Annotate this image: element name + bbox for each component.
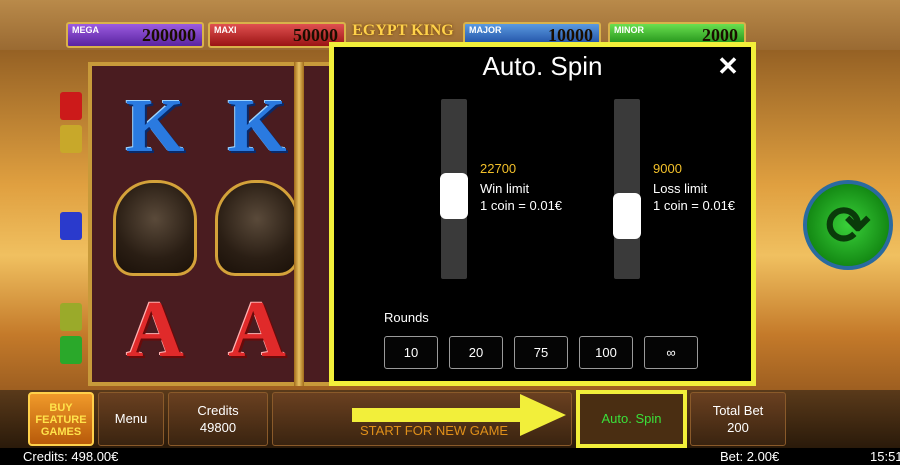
panel-title: Auto. Spin — [482, 51, 603, 81]
rounds-option-75[interactable]: 75 — [514, 336, 568, 369]
spin-button[interactable]: ⟳ — [803, 180, 893, 270]
win-limit-slider[interactable] — [440, 99, 468, 279]
ace-symbol: A — [126, 285, 184, 374]
total-bet-value: 200 — [727, 420, 749, 435]
start-message: START FOR NEW GAME — [360, 423, 509, 438]
jackpot-minor-label: MINOR — [614, 25, 644, 35]
payline-marker — [60, 212, 82, 240]
menu-button[interactable]: Menu — [98, 392, 164, 446]
status-credits: Credits: 498.00€ — [23, 449, 119, 464]
anubis-icon — [113, 180, 197, 276]
rounds-option-100[interactable]: 100 — [579, 336, 633, 369]
game-logo: EGYPT KING — [352, 22, 454, 39]
ace-symbol: A — [228, 285, 286, 374]
status-bet: Bet: 2.00€ — [720, 449, 780, 464]
jackpot-major-label: MAJOR — [469, 25, 502, 35]
anubis-icon — [215, 180, 299, 276]
loss-limit-info: 9000 Loss limit 1 coin = 0.01€ — [653, 160, 735, 214]
king-symbol: K — [125, 83, 185, 168]
jackpot-maxi: MAXI 50000 — [208, 22, 346, 48]
buy-feature-games-button[interactable]: BUY FEATURE GAMES — [28, 392, 94, 446]
win-limit-slider-handle[interactable] — [440, 172, 468, 219]
reel-divider — [294, 62, 304, 386]
credits-display: Credits 49800 — [168, 392, 268, 446]
jackpot-maxi-label: MAXI — [214, 25, 237, 35]
credits-label: Credits — [197, 403, 239, 418]
jackpot-mega-value: 200000 — [142, 25, 196, 45]
king-symbol: K — [227, 83, 287, 168]
reel-column: K A — [104, 66, 206, 382]
arrow-shaft — [352, 408, 522, 422]
autospin-panel: Auto. Spin ✕ 22700 Win limit 1 coin = 0.… — [329, 42, 756, 386]
rounds-option-10[interactable]: 10 — [384, 336, 438, 369]
total-bet-label: Total Bet — [712, 403, 764, 418]
rounds-label: Rounds — [384, 310, 429, 325]
credits-value: 49800 — [199, 420, 237, 435]
loss-limit-label: Loss limit — [653, 181, 708, 196]
payline-marker — [60, 303, 82, 331]
win-limit-label: Win limit — [480, 181, 530, 196]
total-bet-display[interactable]: Total Bet 200 — [690, 392, 786, 446]
jackpot-mega-label: MEGA — [72, 25, 99, 35]
close-icon[interactable]: ✕ — [715, 53, 741, 79]
win-limit-info: 22700 Win limit 1 coin = 0.01€ — [480, 160, 562, 214]
reel-column: K A — [206, 66, 308, 382]
refresh-icon: ⟳ — [825, 195, 871, 256]
rounds-option-infinite[interactable]: ∞ — [644, 336, 698, 369]
loss-limit-slider-handle[interactable] — [613, 192, 641, 239]
loss-limit-coin: 1 coin = 0.01€ — [653, 198, 736, 213]
loss-limit-slider[interactable] — [613, 99, 641, 279]
payline-marker — [60, 336, 82, 364]
payline-marker — [60, 92, 82, 120]
rounds-option-20[interactable]: 20 — [449, 336, 503, 369]
status-bar: Credits: 498.00€ Bet: 2.00€ 15:51 — [0, 448, 900, 465]
win-limit-value: 22700 — [480, 161, 517, 176]
payline-marker — [60, 125, 82, 153]
status-time: 15:51 — [870, 449, 900, 464]
win-limit-coin: 1 coin = 0.01€ — [480, 198, 563, 213]
anubis-symbol — [104, 178, 206, 278]
autospin-button[interactable]: Auto. Spin — [576, 390, 687, 448]
anubis-symbol — [206, 178, 308, 278]
jackpot-mega: MEGA 200000 — [66, 22, 204, 48]
arrow-right-icon — [520, 394, 566, 436]
loss-limit-value: 9000 — [653, 161, 682, 176]
